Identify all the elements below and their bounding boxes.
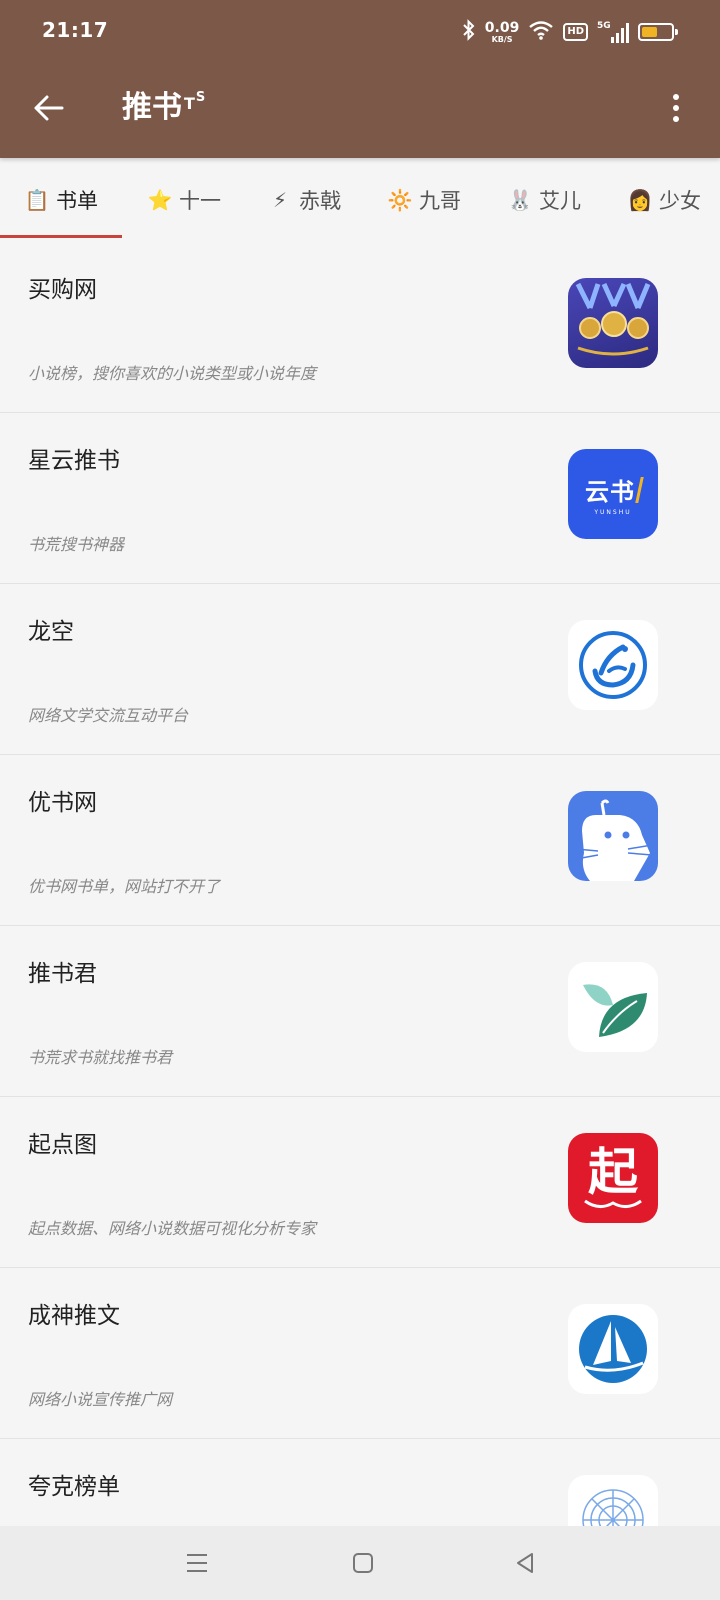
tab-label: 书单 — [56, 189, 98, 213]
cat-logo-icon — [568, 791, 658, 881]
signal-icon: 5G — [597, 21, 629, 43]
more-options-button[interactable] — [656, 88, 696, 128]
item-name: 成神推文 — [28, 1303, 120, 1329]
tab-label: 艾儿 — [539, 189, 581, 213]
item-name: 买购网 — [28, 277, 97, 303]
tab-label: 少女 — [659, 189, 701, 213]
tab-label: 十一 — [179, 189, 221, 213]
active-tab-indicator — [0, 235, 122, 238]
page-title-suffix: TS — [184, 90, 206, 113]
qidian-logo-icon: 起 — [568, 1133, 658, 1223]
item-name: 优书网 — [28, 790, 97, 816]
clipboard-icon: 📋 — [24, 188, 50, 212]
list-item[interactable]: 优书网 优书网书单，网站打不开了 — [0, 755, 720, 926]
list-item[interactable]: 龙空 网络文学交流互动平台 — [0, 584, 720, 755]
girl-icon: 👩 — [627, 188, 653, 212]
back-button[interactable] — [26, 86, 70, 130]
item-description: 网络文学交流互动平台 — [28, 706, 189, 725]
star-icon: ⭐ — [147, 188, 173, 212]
list-item[interactable]: 推书君 书荒求书就找推书君 — [0, 926, 720, 1097]
page-title-text: 推书 — [122, 90, 182, 125]
tab-aier[interactable]: 🐰 艾儿 — [486, 158, 602, 242]
status-icons: 0.09 KB/S HD 5G — [462, 17, 678, 47]
item-name: 起点图 — [28, 1132, 97, 1158]
medals-icon — [568, 278, 658, 368]
app-bar: 推书 TS — [0, 62, 720, 158]
net-speed-value: 0.09 — [484, 19, 520, 36]
yunshu-logo-subtext: YUNSHU — [594, 509, 632, 516]
item-name: 星云推书 — [28, 448, 120, 474]
tab-jiuge[interactable]: 🔆 九哥 — [366, 158, 482, 242]
item-name: 龙空 — [28, 619, 74, 645]
recent-apps-button[interactable] — [180, 1546, 214, 1580]
status-time: 21:17 — [42, 18, 109, 42]
longkong-logo-icon — [568, 620, 658, 710]
tab-label: 赤戟 — [299, 189, 341, 213]
list-item[interactable]: 买购网 小说榜，搜你喜欢的小说类型或小说年度 — [0, 242, 720, 413]
page-title: 推书 TS — [122, 90, 206, 126]
book-site-list: 买购网 小说榜，搜你喜欢的小说类型或小说年度 星云推书 书荒搜书神器 云书 YU… — [0, 242, 720, 1600]
net-speed: 0.09 KB/S — [485, 21, 520, 44]
leaf-logo-icon — [568, 962, 658, 1052]
status-bar: 21:17 0.09 KB/S HD 5G — [0, 0, 720, 62]
header: 21:17 0.09 KB/S HD 5G 推书 TS — [0, 0, 720, 158]
item-description: 小说榜，搜你喜欢的小说类型或小说年度 — [28, 364, 317, 383]
item-name: 夸克榜单 — [28, 1474, 120, 1500]
list-item[interactable]: 起点图 起点数据、网络小说数据可视化分析专家 起 — [0, 1097, 720, 1268]
lightning-icon: ⚡ — [272, 188, 288, 212]
item-description: 优书网书单，网站打不开了 — [28, 877, 221, 896]
item-description: 起点数据、网络小说数据可视化分析专家 — [28, 1219, 317, 1238]
menu-icon — [187, 1554, 207, 1572]
list-item[interactable]: 星云推书 书荒搜书神器 云书 YUNSHU — [0, 413, 720, 584]
item-description: 书荒搜书神器 — [28, 535, 125, 554]
bluetooth-icon — [462, 19, 476, 45]
tab-bar: 📋 书单 ⭐ 十一 ⚡ 赤戟 🔆 九哥 🐰 艾儿 👩 少女 — [0, 158, 720, 242]
yunshu-logo-text: 云书 — [585, 478, 635, 506]
title-suffix-sup: S — [195, 90, 207, 105]
back-triangle-icon — [517, 1553, 533, 1573]
net-speed-unit: KB/S — [491, 34, 513, 44]
tab-shudan[interactable]: 📋 书单 — [0, 158, 122, 242]
tab-label: 九哥 — [419, 189, 461, 213]
home-button[interactable] — [346, 1546, 380, 1580]
system-back-button[interactable] — [508, 1546, 542, 1580]
network-type-label: 5G — [597, 21, 611, 31]
list-item[interactable]: 成神推文 网络小说宣传推广网 — [0, 1268, 720, 1439]
qidian-logo-text: 起 — [588, 1142, 638, 1201]
rabbit-icon: 🐰 — [507, 188, 533, 212]
item-description: 书荒求书就找推书君 — [28, 1048, 173, 1067]
arrow-left-icon — [34, 95, 64, 121]
home-square-icon — [353, 1553, 373, 1573]
more-vertical-icon — [673, 94, 679, 100]
tab-chiji[interactable]: ⚡ 赤戟 — [246, 158, 362, 242]
yunshu-logo-icon: 云书 YUNSHU — [568, 449, 658, 539]
sailboat-logo-icon — [568, 1304, 658, 1394]
item-name: 推书君 — [28, 961, 97, 987]
hd-badge: HD — [563, 23, 588, 41]
tab-shaonv[interactable]: 👩 少女 — [606, 158, 720, 242]
system-nav-bar — [0, 1526, 720, 1600]
item-description: 网络小说宣传推广网 — [28, 1390, 173, 1409]
tab-shiyi[interactable]: ⭐ 十一 — [126, 158, 242, 242]
wifi-icon — [528, 20, 554, 44]
title-suffix-letter: T — [184, 94, 196, 113]
sun-icon: 🔆 — [387, 188, 413, 212]
battery-icon — [638, 23, 678, 41]
